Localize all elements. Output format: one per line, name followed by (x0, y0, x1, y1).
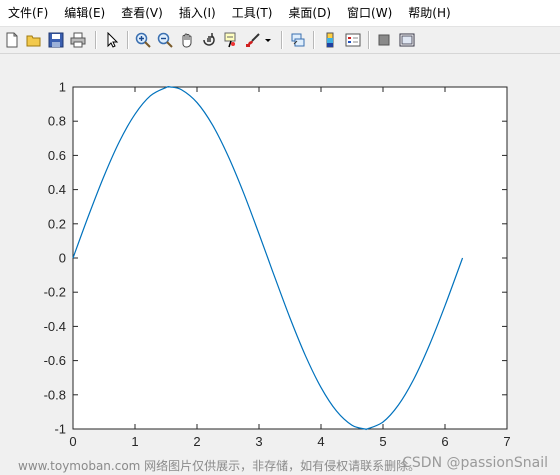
sine-plot: 0 1 2 3 4 5 6 7 -1 -0.8 -0.6 -0.4 -0.2 0 0.2 0.4 0.6 0.8 1 (44, 80, 511, 450)
watermark-author-text: CSDN @passionSnail (402, 455, 548, 471)
menu-tools[interactable]: 工具(T) (224, 0, 281, 26)
x-tick-label: 3 (255, 434, 262, 449)
rotate-3d-icon[interactable] (199, 30, 219, 50)
x-tick-label: 0 (69, 434, 76, 449)
colorbar-icon[interactable] (320, 30, 340, 50)
data-cursor-icon[interactable] (221, 30, 241, 50)
hide-plot-tools-icon[interactable] (374, 30, 394, 50)
y-tick-label: 0.8 (48, 114, 66, 129)
menu-view[interactable]: 查看(V) (113, 0, 171, 26)
x-tick-label: 7 (503, 434, 510, 449)
menu-insert[interactable]: 插入(I) (171, 0, 224, 26)
y-tick-label: -0.2 (44, 285, 66, 300)
y-tick-label: 0.4 (48, 182, 66, 197)
x-tick-label: 6 (441, 434, 448, 449)
menu-edit[interactable]: 编辑(E) (56, 0, 113, 26)
x-tick-label: 5 (379, 434, 386, 449)
zoom-out-icon[interactable] (155, 30, 175, 50)
brush-dropdown-icon[interactable] (263, 30, 273, 50)
legend-icon[interactable] (343, 30, 363, 50)
watermark: www.toymoban.com 网络图片仅供展示，非存储，如有侵权请联系删除。… (0, 455, 560, 475)
pan-icon[interactable] (177, 30, 197, 50)
show-plot-tools-icon[interactable] (397, 30, 417, 50)
axes-box (72, 86, 508, 430)
menu-desktop[interactable]: 桌面(D) (280, 0, 339, 26)
open-file-icon[interactable] (24, 30, 44, 50)
zoom-in-icon[interactable] (133, 30, 153, 50)
brush-icon[interactable] (243, 30, 263, 50)
watermark-site-text: www.toymoban.com 网络图片仅供展示，非存储，如有侵权请联系删除。 (18, 459, 421, 473)
toolbar (0, 27, 560, 54)
figure-canvas: 0 1 2 3 4 5 6 7 -1 -0.8 -0.6 -0.4 -0.2 0 0.2 0.4 0.6 0.8 1 (0, 54, 560, 475)
pointer-icon[interactable] (102, 30, 122, 50)
print-icon[interactable] (68, 30, 88, 50)
x-tick-label: 1 (131, 434, 138, 449)
menu-window[interactable]: 窗口(W) (339, 0, 400, 26)
save-icon[interactable] (46, 30, 66, 50)
menu-bar: 文件(F) 编辑(E) 查看(V) 插入(I) 工具(T) 桌面(D) 窗口(W… (0, 0, 560, 27)
y-tick-label: -1 (54, 422, 66, 437)
y-tick-label: 0 (59, 251, 66, 266)
y-tick-label: -0.8 (44, 387, 66, 402)
new-figure-icon[interactable] (2, 30, 22, 50)
y-tick-label: -0.6 (44, 353, 66, 368)
y-tick-label: -0.4 (44, 319, 66, 334)
x-tick-label: 4 (317, 434, 324, 449)
menu-help[interactable]: 帮助(H) (400, 0, 458, 26)
menu-file[interactable]: 文件(F) (0, 0, 56, 26)
y-tick-label: 1 (59, 80, 66, 95)
y-tick-label: 0.6 (48, 148, 66, 163)
x-tick-label: 2 (193, 434, 200, 449)
y-tick-label: 0.2 (48, 216, 66, 231)
link-plot-icon[interactable] (288, 30, 308, 50)
